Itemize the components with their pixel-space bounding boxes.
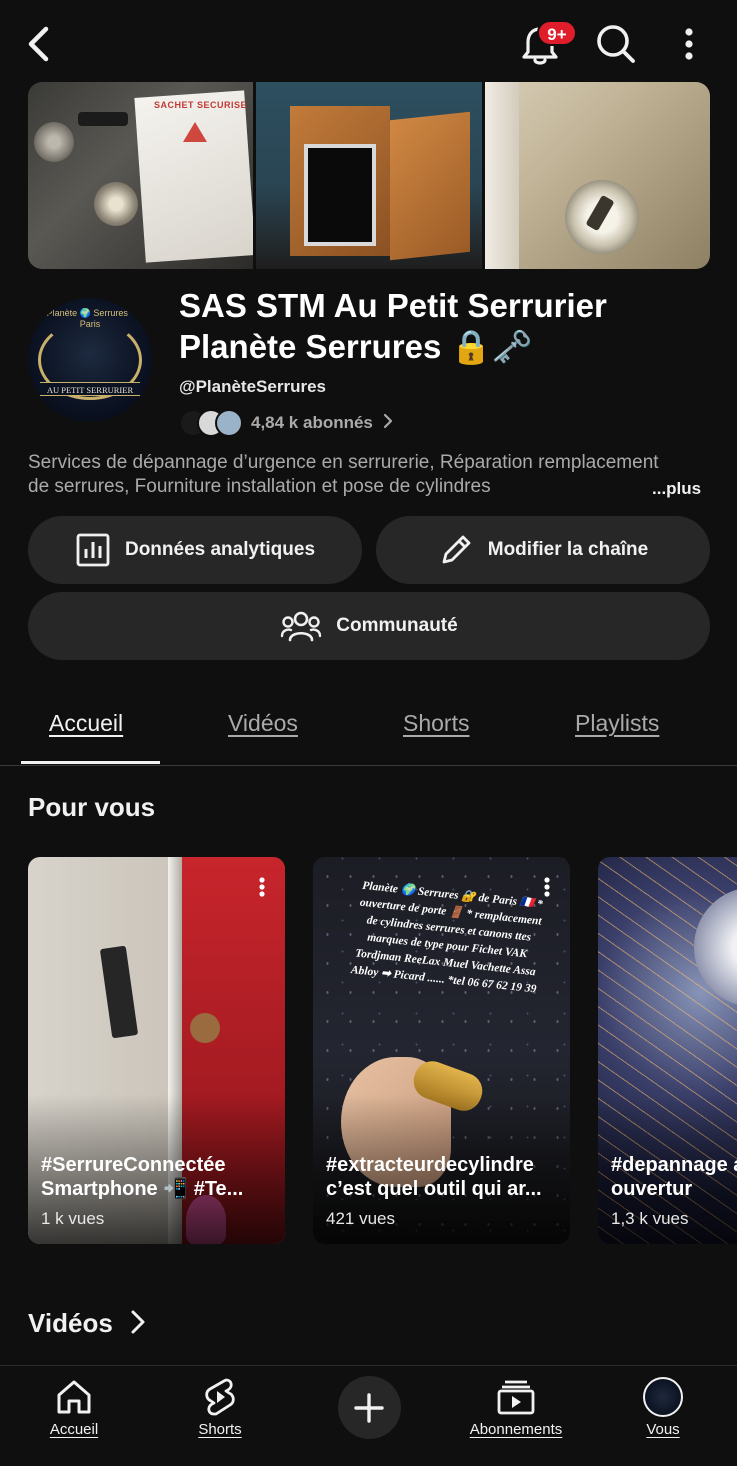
chevron-right-icon xyxy=(383,413,392,429)
short-card[interactable]: #SerrureConnectée Smartphone 📲 #Te... 1 … xyxy=(28,857,285,1244)
more-vertical-icon[interactable] xyxy=(674,22,704,66)
search-icon[interactable] xyxy=(592,20,638,66)
channel-tabs: Accueil Vidéos Shorts Playlists xyxy=(0,690,737,766)
analytics-button[interactable]: Données analytiques xyxy=(28,516,362,584)
nav-shorts[interactable]: Shorts xyxy=(180,1366,260,1466)
short-overlay-text: Planète 🌍 Serrures 🔐 de Paris 🇫🇷 * ouver… xyxy=(350,879,544,996)
description-more-link[interactable]: ...plus xyxy=(620,476,702,502)
notifications-badge: 9+ xyxy=(537,20,577,46)
short-title: #SerrureConnectée Smartphone 📲 #Te... xyxy=(41,1154,244,1200)
short-more-icon[interactable] xyxy=(251,875,273,899)
subscriber-avatars xyxy=(179,409,245,437)
avatar-ribbon-text: AU PETIT SERRURIER xyxy=(40,382,140,396)
banner-image-keys: SACHET SECURISE xyxy=(28,82,254,269)
you-avatar xyxy=(643,1377,683,1417)
channel-avatar[interactable]: Planète 🌍 Serrures · Paris AU PETIT SERR… xyxy=(28,298,152,422)
nav-shorts-label: Shorts xyxy=(198,1421,242,1438)
short-title: #depannage aris ouvertur xyxy=(611,1154,737,1200)
subscriber-count-label: 4,84 k abonnés xyxy=(251,413,373,432)
community-people-icon xyxy=(281,611,322,642)
nav-abonnements[interactable]: Abonnements xyxy=(456,1366,576,1466)
subscriber-count[interactable]: 4,84 k abonnés xyxy=(251,413,394,433)
short-views: 1,3 k vues xyxy=(611,1209,689,1228)
channel-handle: @PlanèteSerrures xyxy=(179,377,326,396)
edit-channel-button[interactable]: Modifier la chaîne xyxy=(376,516,710,584)
short-views: 421 vues xyxy=(326,1209,395,1228)
channel-name: SAS STM Au Petit Serrurier Planète Serru… xyxy=(179,287,607,365)
community-button[interactable]: Communauté xyxy=(28,592,710,660)
tab-playlists[interactable]: Playlists xyxy=(575,710,659,737)
pencil-icon xyxy=(442,535,471,564)
tab-videos[interactable]: Vidéos xyxy=(228,710,298,737)
bottom-navigation: Accueil Shorts Abonnements Vous xyxy=(0,1365,737,1466)
nav-accueil-label: Accueil xyxy=(49,1421,99,1438)
active-tab-indicator xyxy=(21,761,160,764)
shorts-shelf: #SerrureConnectée Smartphone 📲 #Te... 1 … xyxy=(28,857,737,1245)
section-title-for-you: Pour vous xyxy=(28,792,156,822)
nav-vous-label: Vous xyxy=(646,1421,680,1438)
top-app-bar: 9+ xyxy=(0,0,737,88)
tab-shorts[interactable]: Shorts xyxy=(403,710,469,737)
chevron-right-icon xyxy=(131,1310,145,1334)
nav-create[interactable] xyxy=(337,1366,401,1466)
channel-banner: SACHET SECURISE xyxy=(28,82,710,269)
short-views: 1 k vues xyxy=(41,1209,105,1228)
short-more-icon[interactable] xyxy=(536,875,558,899)
channel-description[interactable]: Services de dépannage d’urgence en serru… xyxy=(28,451,668,501)
community-button-label: Communauté xyxy=(336,615,458,636)
banner-image-lock xyxy=(484,82,710,269)
section-title-videos[interactable]: Vidéos xyxy=(28,1308,148,1339)
tab-accueil[interactable]: Accueil xyxy=(49,710,123,737)
banner-bag-text: SACHET SECURISE xyxy=(154,100,248,110)
shorts-icon xyxy=(200,1377,240,1417)
you-avatar-wrap xyxy=(643,1377,683,1417)
avatar-top-text: Planète 🌍 Serrures · Paris xyxy=(46,308,134,329)
nav-accueil[interactable]: Accueil xyxy=(34,1366,114,1466)
analytics-chart-icon xyxy=(76,533,110,567)
home-icon xyxy=(54,1377,94,1417)
nav-vous[interactable]: Vous xyxy=(623,1366,703,1466)
edit-channel-button-label: Modifier la chaîne xyxy=(487,539,649,560)
banner-image-safe xyxy=(256,82,482,269)
analytics-button-label: Données analytiques xyxy=(124,539,316,560)
create-plus-icon xyxy=(337,1376,401,1439)
warning-triangle-icon xyxy=(183,122,207,142)
section-title-videos-label: Vidéos xyxy=(28,1308,113,1338)
back-arrow-icon[interactable] xyxy=(22,22,58,66)
short-card[interactable]: Planète 🌍 Serrures 🔐 de Paris 🇫🇷 * ouver… xyxy=(313,857,570,1244)
subscriptions-icon xyxy=(496,1377,536,1417)
short-title: #extracteurdecylindre c’est quel outil q… xyxy=(326,1154,542,1200)
nav-abonnements-label: Abonnements xyxy=(469,1421,563,1438)
short-card[interactable]: #depannage aris ouvertur 1,3 k vues xyxy=(598,857,737,1244)
